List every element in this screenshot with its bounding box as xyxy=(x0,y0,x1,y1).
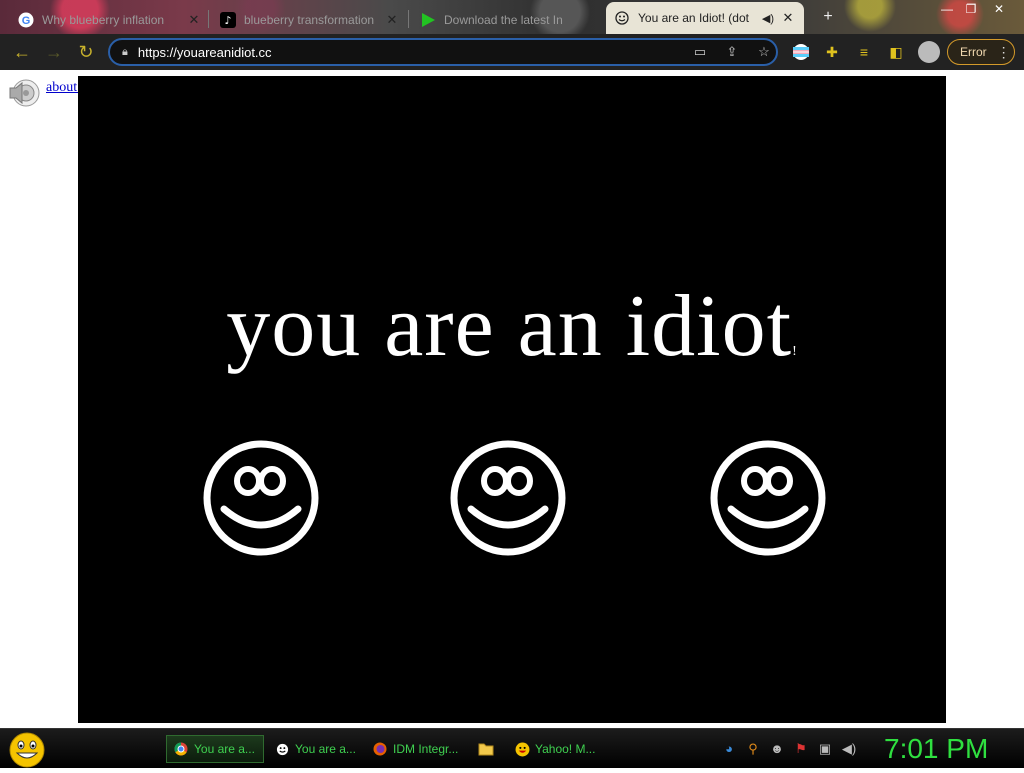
chrome-icon xyxy=(173,741,189,757)
tab-google[interactable]: G Why blueberry inflation ✕ xyxy=(10,6,210,34)
network-icon[interactable]: ▣ xyxy=(816,741,834,759)
network-globe-icon[interactable]: ◕ xyxy=(720,741,738,759)
taskbar-clock[interactable]: 7:01 PM xyxy=(884,733,988,765)
taskbar-item-label: You are a... xyxy=(295,742,356,756)
address-bar[interactable]: 🔒︎ ▭ ⇪ ☆ xyxy=(108,38,778,66)
tab-title: Download the latest In xyxy=(444,13,563,27)
taskbar-item-label: Yahoo! M... xyxy=(535,742,596,756)
close-icon[interactable]: ✕ xyxy=(384,12,400,28)
minimize-button[interactable]: — xyxy=(934,0,960,20)
taskbar-item-label: IDM Integr... xyxy=(393,742,459,756)
forward-arrow-icon[interactable]: → xyxy=(38,36,70,68)
tab-youareanidiot[interactable]: You are an Idiot! (dot ◀︎) ✕ xyxy=(606,2,804,34)
smiley-icon xyxy=(614,10,630,26)
smiley-face-icon xyxy=(710,440,826,556)
tab-title: You are an Idiot! (dot xyxy=(638,11,749,25)
tab-strip: G Why blueberry inflation ✕ ♪ blueberry … xyxy=(0,0,1024,34)
share-icon[interactable]: ⇪ xyxy=(720,42,744,62)
taskbar-item-yahoo[interactable]: Yahoo! M... xyxy=(508,735,604,763)
taskbar-item-label: You are a... xyxy=(194,742,255,756)
close-icon[interactable]: ✕ xyxy=(780,10,796,26)
new-tab-button[interactable]: + xyxy=(815,8,841,28)
bookmark-star-icon[interactable]: ☆ xyxy=(752,42,776,62)
smiley-face-icon xyxy=(203,440,319,556)
side-panel-icon[interactable]: ◧ xyxy=(884,40,908,64)
video-stage: you are an idiot! xyxy=(78,76,946,723)
start-button[interactable] xyxy=(8,732,46,768)
taskbar-item-smiley[interactable]: You are a... xyxy=(268,735,362,763)
extension-flag-icon[interactable] xyxy=(789,40,813,64)
extensions-puzzle-icon[interactable]: ✚ xyxy=(820,40,844,64)
profile-avatar[interactable] xyxy=(918,41,940,63)
folder-icon xyxy=(478,741,494,757)
svg-text:♪: ♪ xyxy=(224,14,231,27)
close-window-button[interactable]: ✕ xyxy=(986,0,1012,20)
smiley-icon xyxy=(274,741,290,757)
restore-button[interactable]: ❐ xyxy=(958,0,984,20)
lock-icon: 🔒︎ xyxy=(122,45,128,58)
error-button[interactable]: Error ⋮ xyxy=(947,39,1015,65)
taskbar-item-idm[interactable]: IDM Integr... xyxy=(366,735,466,763)
tiktok-icon: ♪ xyxy=(220,12,236,28)
headline-text: you are an idiot xyxy=(226,278,793,375)
tab-divider xyxy=(208,10,209,28)
smiley-face-icon xyxy=(450,440,566,556)
headline-suffix: ! xyxy=(792,344,798,359)
url-input[interactable] xyxy=(137,44,658,60)
firefox-icon xyxy=(372,741,388,757)
smiley-start-icon xyxy=(9,732,45,768)
speaker-icon[interactable]: ◀︎) xyxy=(762,12,774,25)
search-icon[interactable]: ⚲ xyxy=(744,741,762,759)
page-content: about these you are an idiot! xyxy=(0,70,1024,728)
action-center-flag-icon[interactable]: ⚑ xyxy=(792,741,810,759)
taskbar: You are a... You are a... IDM Integr... … xyxy=(0,728,1024,768)
cast-icon[interactable]: ▭ xyxy=(688,42,712,62)
speaker-icon[interactable] xyxy=(8,78,40,108)
taskbar-item-folder[interactable] xyxy=(472,735,502,763)
tab-title: Why blueberry inflation xyxy=(42,13,165,27)
google-icon: G xyxy=(18,12,34,28)
media-queue-icon[interactable]: ≡ xyxy=(852,40,876,64)
more-menu-icon[interactable]: ⋮ xyxy=(997,44,1011,61)
taskbar-item-chrome[interactable]: You are a... xyxy=(166,735,264,763)
play-icon xyxy=(420,12,436,28)
messenger-tray-icon[interactable]: ☻ xyxy=(768,741,786,759)
close-icon[interactable]: ✕ xyxy=(186,12,202,28)
tab-download[interactable]: Download the latest In xyxy=(412,6,604,34)
svg-text:G: G xyxy=(22,15,31,27)
tab-divider xyxy=(408,10,409,28)
yahoo-messenger-icon xyxy=(514,741,530,757)
tab-tiktok[interactable]: ♪ blueberry transformation ✕ xyxy=(212,6,408,34)
error-label: Error xyxy=(960,45,987,59)
tab-title: blueberry transformation xyxy=(244,13,375,27)
back-arrow-icon[interactable]: ← xyxy=(6,36,38,68)
volume-icon[interactable]: ◀︎) xyxy=(840,741,858,759)
reload-icon[interactable]: ↻ xyxy=(70,36,102,68)
page-headline: you are an idiot! xyxy=(78,276,946,377)
